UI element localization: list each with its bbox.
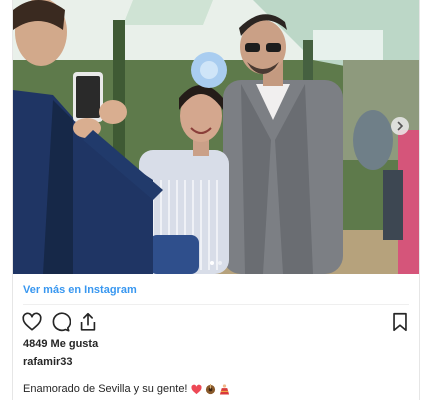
heart-emoji-icon (190, 384, 202, 394)
share-icon (80, 312, 96, 331)
divider (23, 304, 409, 305)
carousel-dot-active (210, 261, 214, 265)
flamenco-guitar-emoji-icon (205, 383, 215, 394)
view-more-on-instagram-link[interactable]: Ver más en Instagram (23, 284, 137, 296)
flamenco-dancer-emoji-icon (219, 383, 229, 395)
instagram-embed-card: Ver más en Instagram 4849 Me gusta rafam… (12, 0, 420, 400)
carousel-indicator (13, 261, 419, 265)
likes-count[interactable]: 4849 Me gusta (23, 338, 98, 350)
like-button[interactable] (21, 311, 43, 333)
post-caption: Enamorado de Sevilla y su gente! (23, 383, 230, 395)
bookmark-icon (393, 312, 407, 332)
comment-icon (52, 312, 72, 332)
post-photo[interactable] (13, 0, 419, 274)
share-button[interactable] (77, 311, 99, 333)
carousel-next-button[interactable] (391, 117, 409, 135)
save-button[interactable] (389, 311, 411, 333)
caption-text: Enamorado de Sevilla y su gente! (23, 383, 188, 395)
heart-icon (22, 312, 42, 331)
post-username[interactable]: rafamir33 (23, 356, 73, 368)
comment-button[interactable] (49, 311, 72, 333)
carousel-dot (218, 261, 222, 265)
photo-illustration (13, 0, 419, 274)
chevron-right-icon (397, 121, 404, 131)
post-actions (21, 311, 411, 333)
